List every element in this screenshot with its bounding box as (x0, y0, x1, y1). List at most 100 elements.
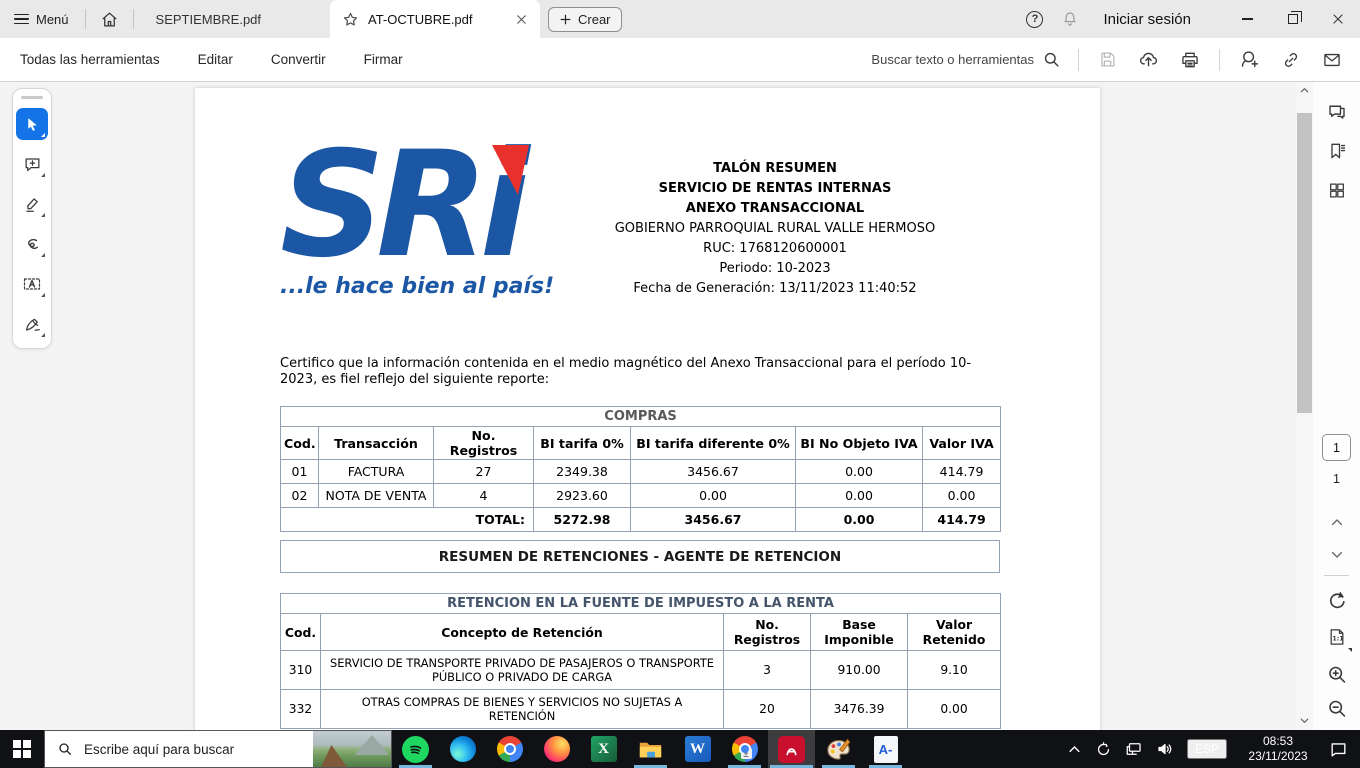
taskbar-paint[interactable] (815, 730, 862, 768)
scrollbar-thumb[interactable] (1297, 113, 1312, 413)
help-button[interactable]: ? (1022, 7, 1047, 32)
next-page-button[interactable] (1326, 544, 1347, 565)
taskbar-chrome-profile[interactable] (721, 730, 768, 768)
chevron-down-icon (1331, 551, 1342, 558)
zoom-in-icon (1328, 666, 1345, 683)
header-line: ANEXO TRANSACCIONAL (685, 201, 865, 216)
taskbar-excel[interactable]: X (580, 730, 627, 768)
minimize-icon (1242, 18, 1253, 20)
sri-logo-tagline: ...le hace bien al país! (280, 274, 555, 299)
scroll-down-arrow[interactable] (1296, 712, 1313, 728)
action-center-icon (1331, 742, 1346, 757)
sign-button[interactable]: Firmar (358, 51, 409, 68)
comments-panel-button[interactable] (1323, 98, 1350, 125)
vertical-scrollbar[interactable] (1296, 82, 1313, 730)
share-link-button[interactable] (1279, 48, 1303, 72)
star-icon[interactable] (342, 11, 359, 28)
file-explorer-icon (639, 742, 662, 757)
highlight-tool-button[interactable] (16, 188, 48, 220)
tray-network-button[interactable] (1125, 740, 1143, 758)
drag-handle[interactable] (21, 96, 43, 99)
language-indicator[interactable]: ESP (1186, 739, 1227, 759)
select-tool-button[interactable] (16, 108, 48, 140)
pdf-page[interactable]: SRi ...le hace bien al país! TALÓN RESUM… (195, 88, 1100, 730)
restore-button[interactable] (1270, 0, 1315, 38)
retenciones-banner: RESUMEN DE RETENCIONES - AGENTE DE RETEN… (280, 540, 1000, 573)
document-header: TALÓN RESUMEN SERVICIO DE RENTAS INTERNA… (525, 159, 1025, 299)
notifications-button[interactable] (1057, 6, 1083, 32)
action-center-button[interactable] (1329, 740, 1348, 759)
print-button[interactable] (1178, 48, 1202, 72)
home-icon (102, 12, 116, 26)
taskbar-acrobat[interactable] (768, 730, 815, 768)
tab-septiembre[interactable]: SEPTIEMBRE.pdf (144, 12, 273, 27)
upload-cloud-button[interactable] (1136, 47, 1161, 72)
taskbar-text-document-app[interactable]: A- (862, 730, 909, 768)
header-line: Fecha de Generación: 13/11/2023 11:40:52 (633, 281, 917, 296)
add-comment-tool-button[interactable] (16, 148, 48, 180)
col-header: Concepto de Retención (320, 613, 724, 651)
previous-page-button[interactable] (1326, 512, 1347, 533)
search-label: Buscar texto o herramientas (871, 52, 1034, 67)
add-text-icon (23, 278, 41, 290)
search-tools-button[interactable]: Buscar texto o herramientas (871, 50, 1061, 69)
home-button[interactable] (96, 6, 123, 33)
taskbar-search-box[interactable] (44, 730, 392, 768)
tray-sync-button[interactable] (1095, 741, 1112, 758)
taskbar-word[interactable]: W (674, 730, 721, 768)
taskbar-spotify[interactable] (392, 730, 439, 768)
minimize-button[interactable] (1225, 0, 1270, 38)
taskbar-file-explorer[interactable] (627, 730, 674, 768)
profile-badge (740, 748, 752, 759)
table-row: 332 OTRAS COMPRAS DE BIENES Y SERVICIOS … (280, 689, 1002, 729)
close-tab-icon[interactable] (515, 13, 528, 26)
col-header: Base Imponible (810, 613, 908, 651)
search-highlight-image[interactable] (313, 731, 391, 767)
compras-title: COMPRAS (279, 406, 1002, 427)
compras-table: COMPRAS Cod. Transacción No. Registros B… (279, 406, 1002, 532)
create-button[interactable]: Crear (548, 7, 622, 32)
start-button[interactable] (0, 730, 44, 768)
total-label: TOTAL: (280, 507, 534, 532)
tab-at-octubre[interactable]: AT-OCTUBRE.pdf (330, 0, 540, 38)
col-header: BI tarifa 0% (533, 426, 631, 460)
add-text-tool-button[interactable] (16, 268, 48, 300)
request-signature-button[interactable] (1237, 47, 1262, 72)
taskbar-chrome[interactable] (486, 730, 533, 768)
zoom-in-button[interactable] (1323, 661, 1350, 688)
taskbar-edge[interactable] (439, 730, 486, 768)
tab-title: AT-OCTUBRE.pdf (368, 11, 473, 27)
fill-sign-tool-button[interactable] (16, 308, 48, 340)
bookmarks-panel-button[interactable] (1324, 138, 1350, 164)
page-thumbnails-button[interactable] (1324, 178, 1349, 203)
clock[interactable]: 08:53 23/11/2023 (1240, 734, 1316, 764)
col-header: Cod. (280, 613, 321, 651)
menu-button[interactable]: Menú (8, 8, 75, 31)
rotate-page-button[interactable] (1323, 587, 1350, 614)
zoom-out-button[interactable] (1323, 695, 1350, 722)
close-window-button[interactable] (1315, 0, 1360, 38)
sri-logo: SRi ...le hace bien al país! (280, 132, 554, 306)
email-button[interactable] (1320, 48, 1344, 72)
tray-volume-button[interactable] (1156, 740, 1174, 758)
fit-page-button[interactable]: 1:1 (1324, 624, 1352, 652)
taskbar-search-input[interactable] (82, 740, 313, 758)
help-icon: ? (1026, 10, 1044, 28)
retencion-title: RETENCION EN LA FUENTE DE IMPUESTO A LA … (279, 593, 1002, 614)
page-number-input[interactable]: 1 (1322, 434, 1351, 461)
convert-button[interactable]: Convertir (265, 51, 332, 68)
all-tools-button[interactable]: Todas las herramientas (14, 51, 166, 68)
sign-in-button[interactable]: Iniciar sesión (1097, 10, 1197, 29)
hamburger-icon (14, 13, 29, 25)
text-document-app-icon: A- (873, 735, 898, 763)
scroll-up-arrow[interactable] (1296, 82, 1313, 98)
volume-icon (1158, 743, 1172, 755)
draw-tool-button[interactable] (16, 228, 48, 260)
edit-button[interactable]: Editar (192, 51, 239, 68)
spotify-icon (402, 735, 429, 763)
hidden-icons-button[interactable] (1067, 742, 1082, 757)
taskbar-firefox[interactable] (533, 730, 580, 768)
fill-sign-icon (25, 318, 40, 331)
divider (1324, 575, 1349, 576)
save-button[interactable] (1096, 48, 1119, 71)
